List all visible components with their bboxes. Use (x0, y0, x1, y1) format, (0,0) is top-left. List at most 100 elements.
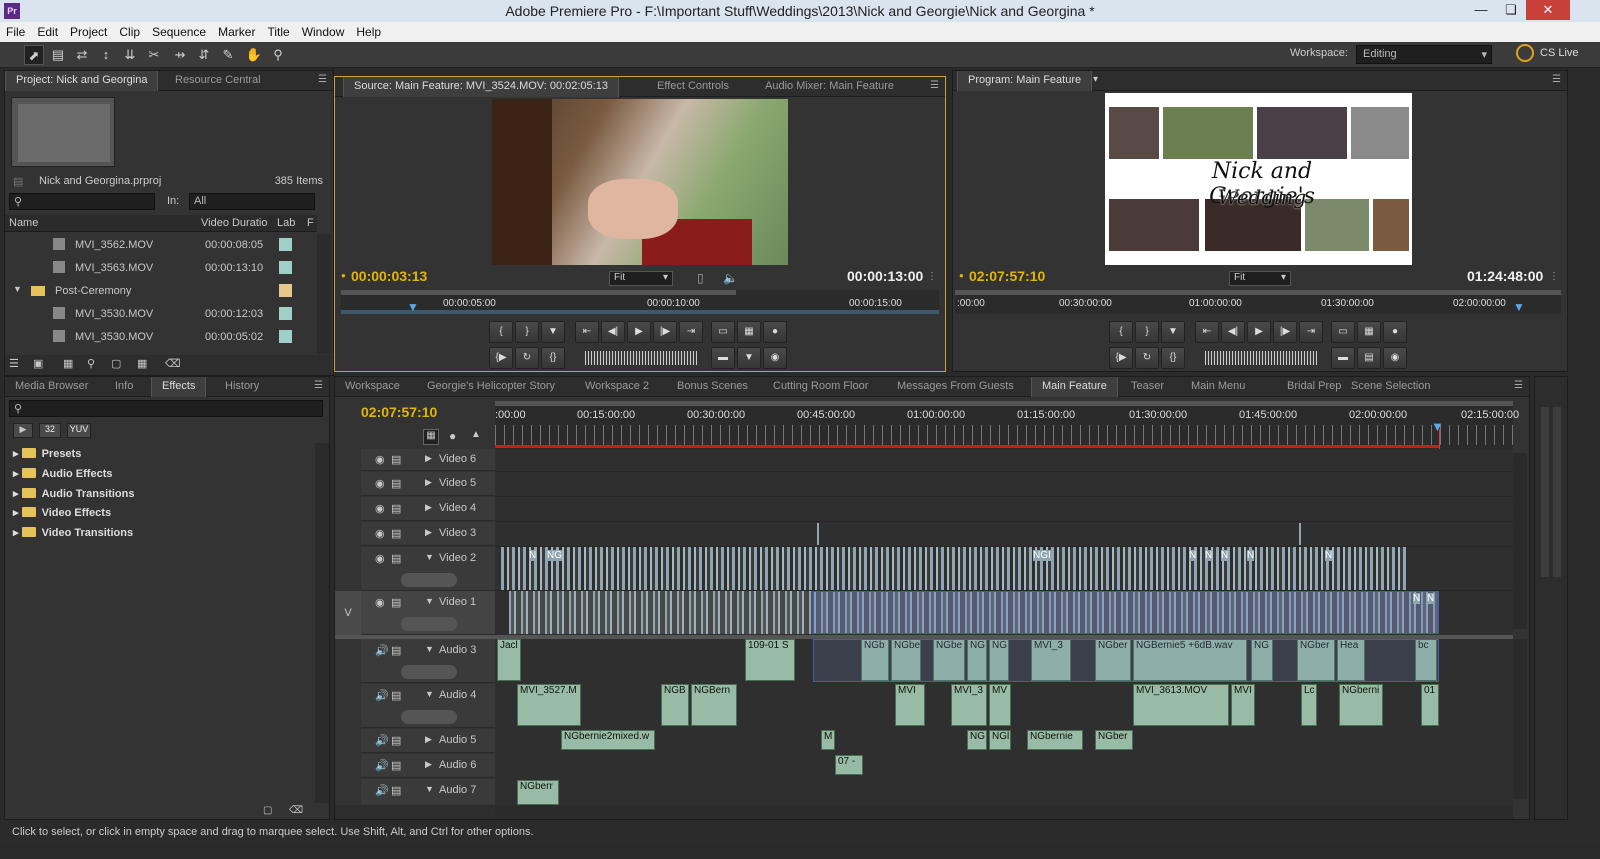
audio-clip[interactable]: NGberr (517, 780, 559, 805)
insert-button[interactable]: ▭ (711, 321, 735, 343)
zoom-bar[interactable] (341, 290, 736, 295)
tab-info[interactable]: Info (105, 377, 143, 397)
keyframe-nav[interactable] (401, 710, 457, 724)
sync-lock-icon[interactable]: ▤ (391, 477, 401, 490)
new-bin-icon[interactable]: ▢ (263, 805, 272, 816)
eye-icon[interactable]: ◉ (375, 596, 385, 609)
output-button[interactable]: ● (763, 321, 787, 343)
selected-clip-range[interactable] (813, 591, 1439, 634)
tab-media-browser[interactable]: Media Browser (5, 377, 98, 397)
play-button[interactable]: ▶ (627, 321, 651, 343)
project-scrollbar[interactable] (317, 234, 331, 354)
jog-shuttle[interactable] (585, 351, 697, 365)
tab-sequence[interactable]: Georgie's Helicopter Story (417, 377, 565, 397)
keyframe-nav[interactable] (401, 573, 457, 587)
sync-lock-icon[interactable]: ▤ (391, 453, 401, 466)
restore-button[interactable]: ❏ (1496, 0, 1526, 20)
go-to-in-button[interactable]: ⇤ (575, 321, 599, 343)
effects-folder-audio-transitions[interactable]: ▸ Audio Transitions (13, 487, 134, 500)
effects-search-input[interactable]: ⚲ (9, 400, 323, 417)
tab-effect-controls[interactable]: Effect Controls (647, 77, 739, 97)
tab-sequence[interactable]: Scene Selection (1341, 377, 1441, 397)
menu-title[interactable]: Title (261, 22, 295, 39)
video3-clip[interactable] (817, 523, 819, 545)
sync-lock-icon[interactable]: ▤ (391, 527, 401, 540)
chevron-down-icon[interactable]: ▾ (1093, 74, 1098, 85)
program-ruler[interactable]: :00:00 00:30:00:00 01:00:00:00 01:30:00:… (955, 290, 1561, 314)
chevron-right-icon[interactable]: ▶ (425, 502, 432, 513)
sync-lock-icon[interactable]: ▤ (391, 502, 401, 515)
menu-help[interactable]: Help (350, 22, 387, 39)
track-select-tool-icon[interactable]: ▤ (48, 45, 68, 65)
audio-clip[interactable]: 109-01 S (745, 639, 795, 681)
rate-stretch-tool-icon[interactable]: ⇊ (120, 45, 140, 65)
chevron-right-icon[interactable]: ▶ (425, 477, 432, 488)
in-dropdown[interactable]: All (189, 193, 315, 210)
video3-clip[interactable] (1299, 523, 1301, 545)
effects-folder-audio-effects[interactable]: ▸ Audio Effects (13, 467, 112, 480)
panel-menu-icon[interactable]: ☰ (1514, 380, 1523, 391)
add-marker-button[interactable]: ▼ (541, 321, 565, 343)
audio-clip[interactable]: 07 - (835, 755, 863, 775)
eye-icon[interactable]: ◉ (375, 527, 385, 540)
go-to-out-button[interactable]: ⇥ (679, 321, 703, 343)
chevron-down-icon[interactable]: ▼ (425, 596, 434, 606)
zoom-bar[interactable] (955, 290, 1561, 295)
source-fit-dropdown[interactable]: Fit ▾ (609, 271, 673, 286)
minimize-button[interactable]: — (1466, 0, 1496, 20)
list-item[interactable]: MVI_3530.MOV 00:00:12:03 (5, 303, 317, 326)
trash-icon[interactable]: ⌫ (165, 357, 181, 370)
zoom-tool-icon[interactable]: ⚲ (268, 45, 288, 65)
new-bin-icon[interactable]: ▢ (111, 357, 121, 370)
menu-edit[interactable]: Edit (31, 22, 64, 39)
list-item[interactable]: MVI_3530.MOV 00:00:05:02 (5, 326, 317, 349)
cslive-label[interactable]: CS Live (1540, 47, 1579, 59)
hand-tool-icon[interactable]: ✋ (244, 45, 264, 65)
audio-clip[interactable]: NGberni (1339, 684, 1383, 726)
col-name[interactable]: Name (9, 217, 38, 229)
eye-icon[interactable]: ◉ (375, 477, 385, 490)
step-back-button[interactable]: ◀| (1221, 321, 1245, 343)
list-item[interactable]: MVI_3562.MOV 00:00:08:05 (5, 234, 317, 257)
tab-source[interactable]: Source: Main Feature: MVI_3524.MOV: 00:0… (343, 77, 619, 97)
multicam-button[interactable]: ▤ (1357, 347, 1381, 369)
audio-clip[interactable]: Jacl (497, 639, 521, 681)
timeline-hscrollbar[interactable] (495, 805, 1513, 819)
playhead-icon[interactable]: ▼ (1431, 419, 1444, 434)
chevron-right-icon[interactable]: ▶ (425, 759, 432, 770)
audio-clip[interactable]: MVI_3613.MOV (1133, 684, 1229, 726)
zoom-bar[interactable] (495, 401, 1513, 406)
settings-icon[interactable]: ⋮ (1549, 271, 1559, 282)
eye-icon[interactable]: ◉ (375, 453, 385, 466)
overlay-button[interactable]: ▦ (737, 321, 761, 343)
audio-clip[interactable]: MVI_3 (951, 684, 987, 726)
play-in-to-out-button[interactable]: {▶ (489, 347, 513, 369)
extract-button[interactable]: ▦ (1357, 321, 1381, 343)
playhead-icon[interactable]: ▼ (407, 300, 419, 314)
output-button[interactable]: ● (1383, 321, 1407, 343)
audio-clip[interactable]: Lc (1301, 684, 1317, 726)
32bit-effects-button[interactable]: 32 (39, 423, 61, 438)
sync-lock-icon[interactable]: ▤ (391, 644, 401, 657)
chevron-down-icon[interactable]: ▼ (425, 689, 434, 699)
audio-clip[interactable]: NGbernie2mixed.w (561, 730, 655, 750)
menu-clip[interactable]: Clip (113, 22, 146, 39)
sync-lock-icon[interactable]: ▤ (391, 689, 401, 702)
tab-sequence[interactable]: Teaser (1121, 377, 1174, 397)
audio-scrollbar[interactable] (1513, 639, 1527, 799)
audio-clip[interactable]: MVI (895, 684, 925, 726)
razor-tool-icon[interactable]: ✂ (144, 45, 164, 65)
lift-button[interactable]: ▬ (711, 347, 735, 369)
go-to-in-button[interactable]: ⇤ (1195, 321, 1219, 343)
add-marker-button[interactable]: ▼ (1161, 321, 1185, 343)
step-back-button[interactable]: ◀| (601, 321, 625, 343)
menu-marker[interactable]: Marker (212, 22, 261, 39)
list-item[interactable]: MVI_3563.MOV 00:00:13:10 (5, 257, 317, 280)
panel-menu-icon[interactable]: ☰ (318, 74, 327, 85)
go-to-out-button[interactable]: ⇥ (1299, 321, 1323, 343)
eye-icon[interactable]: ◉ (375, 502, 385, 515)
effects-folder-video-effects[interactable]: ▸ Video Effects (13, 506, 111, 519)
trim-button[interactable]: ▬ (1331, 347, 1355, 369)
audio-clip[interactable]: MVI (1231, 684, 1255, 726)
tab-sequence[interactable]: Bonus Scenes (667, 377, 758, 397)
